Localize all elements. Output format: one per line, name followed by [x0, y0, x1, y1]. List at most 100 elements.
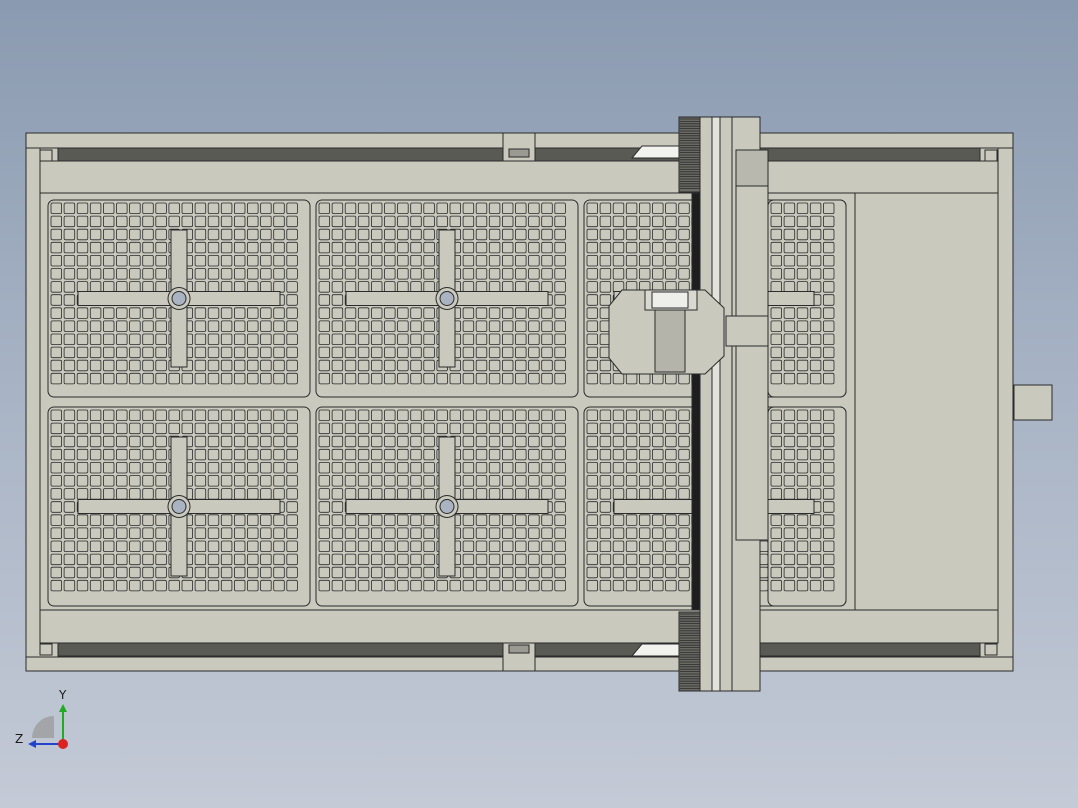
grid-cell: [397, 202, 409, 215]
grid-cell: [286, 435, 298, 448]
grid-cell: [410, 254, 422, 267]
grid-cell: [586, 527, 599, 539]
grid-cell: [286, 372, 298, 385]
grid-cell: [410, 202, 422, 215]
grid-cell: [194, 215, 207, 228]
grid-cell: [233, 333, 246, 346]
grid-cell: [318, 372, 331, 385]
grid-cell: [586, 228, 599, 241]
grid-cell: [436, 215, 448, 228]
vacuum-port-inner: [171, 499, 187, 514]
triad-y-label: Y: [59, 688, 67, 702]
grid-cell: [357, 566, 370, 579]
grid-cell: [554, 475, 566, 487]
grid-cell: [488, 281, 501, 293]
grid-cell: [344, 268, 357, 280]
grid-cell: [260, 514, 272, 526]
grid-cell: [103, 461, 115, 474]
grid-cell: [586, 475, 599, 487]
grid-cell: [76, 254, 89, 267]
cnc-router-model[interactable]: [0, 0, 1078, 808]
grid-cell: [370, 409, 383, 422]
grid-cell: [318, 320, 331, 332]
grid-cell: [449, 372, 462, 385]
grid-cell: [410, 215, 422, 228]
grid-cell: [475, 475, 488, 487]
grid-cell: [63, 475, 76, 487]
grid-cell: [220, 307, 233, 319]
grid-cell: [50, 268, 63, 280]
grid-cell: [462, 435, 475, 448]
grid-cell: [796, 422, 809, 435]
grid-cell: [652, 475, 664, 487]
grid-cell: [207, 461, 220, 474]
grid-cell: [823, 281, 835, 293]
grid-cell: [76, 527, 89, 539]
grid-cell: [586, 202, 599, 215]
grid-cell: [76, 422, 89, 435]
grid-cell: [423, 320, 435, 332]
grid-cell: [612, 202, 625, 215]
grid-cell: [475, 553, 488, 566]
cad-viewport[interactable]: Y Z: [0, 0, 1078, 808]
grid-cell: [63, 359, 76, 372]
grid-cell: [612, 241, 625, 254]
grid-cell: [678, 435, 690, 448]
grid-cell: [823, 254, 835, 267]
grid-cell: [50, 281, 63, 293]
grid-cell: [665, 527, 677, 539]
grid-cell: [625, 254, 638, 267]
grid-cell: [599, 202, 612, 215]
grid-cell: [796, 268, 809, 280]
grid-cell: [488, 241, 501, 254]
grid-cell: [220, 281, 233, 293]
grid-cell: [488, 540, 501, 553]
grid-cell: [475, 579, 488, 592]
grid-cell: [783, 448, 796, 461]
grid-cell: [286, 359, 298, 372]
grid-cell: [286, 409, 298, 422]
grid-cell: [397, 372, 409, 385]
grid-cell: [357, 307, 370, 319]
grid-cell: [370, 333, 383, 346]
grid-cell: [76, 241, 89, 254]
grid-cell: [357, 333, 370, 346]
grid-cell: [397, 346, 409, 359]
grid-cell: [599, 579, 612, 592]
grid-cell: [515, 215, 527, 228]
grid-cell: [410, 553, 422, 566]
grid-cell: [89, 461, 102, 474]
spindle-mount: [725, 315, 769, 347]
grid-cell: [76, 281, 89, 293]
grid-cell: [194, 228, 207, 241]
grid-cell: [625, 202, 638, 215]
grid-cell: [247, 488, 259, 500]
grid-cell: [155, 527, 167, 539]
grid-cell: [233, 307, 246, 319]
grid-cell: [155, 409, 167, 422]
grid-cell: [168, 372, 180, 385]
grid-cell: [475, 540, 488, 553]
grid-cell: [207, 359, 220, 372]
grid-cell: [783, 320, 796, 332]
grid-cell: [50, 501, 63, 513]
grid-cell: [344, 579, 357, 592]
grid-cell: [50, 579, 63, 592]
grid-cell: [541, 422, 553, 435]
grid-cell: [142, 281, 154, 293]
grid-cell: [678, 540, 690, 553]
grid-cell: [331, 422, 344, 435]
grid-cell: [823, 202, 835, 215]
grid-cell: [318, 422, 331, 435]
grid-cell: [370, 566, 383, 579]
grid-cell: [515, 475, 527, 487]
grid-cell: [50, 540, 63, 553]
grid-cell: [423, 527, 435, 539]
grid-cell: [233, 320, 246, 332]
grid-cell: [76, 215, 89, 228]
grid-cell: [344, 435, 357, 448]
grid-cell: [612, 461, 625, 474]
grid-cell: [370, 202, 383, 215]
grid-cell: [194, 553, 207, 566]
grid-cell: [331, 294, 344, 306]
